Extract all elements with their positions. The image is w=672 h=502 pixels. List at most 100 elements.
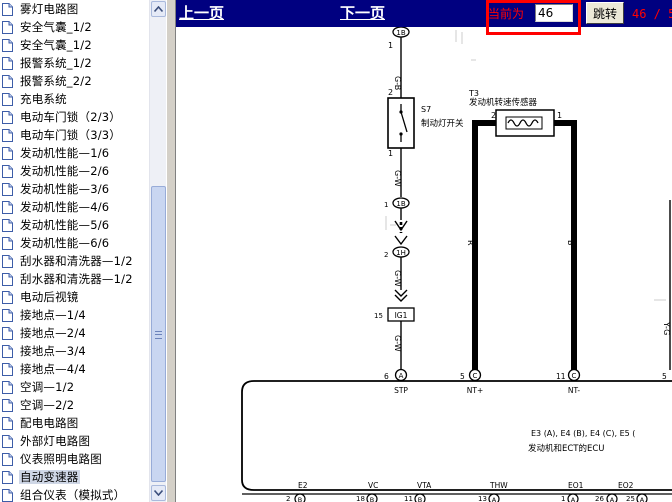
pin-name-eo1: EO1 <box>568 481 584 490</box>
pin-number: 11 <box>404 495 413 502</box>
ecu-bottom-pins: E2 VC VTA THW EO1 EO2 2 B 18 B 11 B 13 A <box>242 481 672 502</box>
document-icon <box>2 272 13 286</box>
sidebar-item-label: 空调—1/2 <box>20 380 75 394</box>
pin-name-thw: THW <box>489 481 508 490</box>
sidebar-item[interactable]: 安全气囊_1/2 <box>0 18 149 36</box>
sidebar-item[interactable]: 仪表照明电路图 <box>0 450 149 468</box>
sidebar-item[interactable]: 电动后视镜 <box>0 288 149 306</box>
sidebar-item-label: 发动机性能—5/6 <box>20 218 110 232</box>
sidebar-item[interactable]: 电动车门锁（3/3） <box>0 126 149 144</box>
sidebar-item-label: 发动机性能—4/6 <box>20 200 110 214</box>
document-icon <box>2 164 13 178</box>
document-icon <box>2 380 13 394</box>
document-icon <box>2 362 13 376</box>
pin-number: 26 <box>595 495 604 502</box>
sidebar-item[interactable]: 接地点—4/4 <box>0 360 149 378</box>
pin-label: 1 <box>384 201 388 209</box>
pin-letter: C <box>473 372 478 380</box>
pin-label: 1 <box>388 149 393 158</box>
sidebar-item[interactable]: 刮水器和清洗器—1/2 <box>0 252 149 270</box>
sidebar-item[interactable]: 外部灯电路图 <box>0 432 149 450</box>
connector-ig1-label: IG1 <box>395 311 408 320</box>
switch-ref: S7 <box>421 105 431 114</box>
connector-1b-label: 1B <box>396 200 405 208</box>
sidebar-item[interactable]: 接地点—2/4 <box>0 324 149 342</box>
sidebar-item[interactable]: 安全气囊_1/2 <box>0 36 149 54</box>
document-icon <box>2 20 13 34</box>
page-number-input[interactable] <box>535 4 573 22</box>
document-icon <box>2 200 13 214</box>
pin-number: 5 <box>460 372 465 381</box>
sidebar-item[interactable]: 发动机性能—6/6 <box>0 234 149 252</box>
page-indicator: 46 / 5 <box>632 7 672 21</box>
sidebar-item[interactable]: 刮水器和清洗器—1/2 <box>0 270 149 288</box>
sidebar-item[interactable]: 报警系统_1/2 <box>0 54 149 72</box>
prev-page-link[interactable]: 上一页 <box>179 4 224 22</box>
sidebar-nav-list: 雾灯电路图安全气囊_1/2 安全气囊_1/2 报警系统_1/2 报警系统_2/2 充电系… <box>0 0 149 502</box>
pin-letter: A <box>610 496 615 502</box>
pin-number: 5 <box>662 372 667 381</box>
pin-letter: A <box>571 496 576 502</box>
sensor-name: 发动机转速传感器 <box>469 97 538 108</box>
pin-name-nt-plus: NT+ <box>467 386 483 395</box>
pin-number: 1 <box>561 495 565 502</box>
sidebar-item[interactable]: 组合仪表（模拟式） <box>0 486 149 502</box>
engine-speed-sensor: T3 发动机转速传感器 2 1 R B <box>466 89 577 370</box>
sidebar-item[interactable]: 充电系统 <box>0 90 149 108</box>
pin-name-eo2: EO2 <box>618 481 634 490</box>
document-icon <box>2 182 13 196</box>
sidebar-item-label: 雾灯电路图 <box>20 2 79 16</box>
document-icon <box>2 290 13 304</box>
sidebar-item[interactable]: 接地点—1/4 <box>0 306 149 324</box>
ecu-top-pins: 6 A STP 5 C NT+ 11 C NT- 5 <box>384 368 667 395</box>
ecu-name: 发动机和ECT的ECU <box>528 443 605 454</box>
switch-name: 制动灯开关 <box>421 118 464 129</box>
pin-name-vc: VC <box>368 481 378 490</box>
sidebar-item[interactable]: 报警系统_2/2 <box>0 72 149 90</box>
sidebar-panel: 雾灯电路图安全气囊_1/2 安全气囊_1/2 报警系统_1/2 报警系统_2/2 充电系… <box>0 0 149 502</box>
sidebar-item[interactable]: 发动机性能—4/6 <box>0 198 149 216</box>
scroll-down-button[interactable] <box>151 485 166 501</box>
sidebar-item[interactable]: 雾灯电路图 <box>0 0 149 18</box>
wire-label-r: R <box>466 240 475 246</box>
sidebar-item[interactable]: 发动机性能—5/6 <box>0 216 149 234</box>
sidebar-item[interactable]: 发动机性能—1/6 <box>0 144 149 162</box>
ecu-connectors: E3 (A), E4 (B), E4 (C), E5 ( <box>531 429 635 438</box>
frame-divider[interactable] <box>166 0 176 502</box>
sidebar-item[interactable]: 电动车门锁（2/3） <box>0 108 149 126</box>
pin-label: 2 <box>491 111 496 120</box>
document-icon <box>2 74 13 88</box>
sidebar-item[interactable]: 接地点—3/4 <box>0 342 149 360</box>
pin-number: 2 <box>286 495 290 502</box>
sidebar-item[interactable]: 配电电路图 <box>0 414 149 432</box>
sidebar-item-label: 安全气囊_1/2 <box>20 20 92 34</box>
sidebar-item[interactable]: 发动机性能—3/6 <box>0 180 149 198</box>
sidebar-scrollbar[interactable] <box>149 0 166 502</box>
sidebar-item-label: 接地点—2/4 <box>20 326 86 340</box>
sidebar-item-label: 发动机性能—6/6 <box>20 236 110 250</box>
jump-button[interactable]: 跳转 <box>586 2 624 24</box>
document-icon <box>2 452 13 466</box>
sidebar-item-label: 刮水器和清洗器—1/2 <box>20 254 133 268</box>
sidebar-item-label: 报警系统_1/2 <box>20 56 92 70</box>
document-icon <box>2 56 13 70</box>
sidebar-item[interactable]: 空调—1/2 <box>0 378 149 396</box>
document-icon <box>2 398 13 412</box>
document-icon <box>2 254 13 268</box>
next-page-link[interactable]: 下一页 <box>340 4 385 22</box>
pin-number: 18 <box>356 495 365 502</box>
sidebar-item-label: 刮水器和清洗器—1/2 <box>20 272 133 286</box>
wire-label-y-g: Y-G <box>662 321 671 335</box>
sidebar-item[interactable]: 自动变速器 <box>0 468 149 486</box>
scroll-up-button[interactable] <box>151 1 166 17</box>
connector-top-label: 1B <box>396 29 405 37</box>
wire-label-b: B <box>566 240 575 246</box>
arrow-down-icon <box>154 490 163 496</box>
pin-letter: A <box>492 496 497 502</box>
sidebar-item[interactable]: 发动机性能—2/6 <box>0 162 149 180</box>
pin-number: 25 <box>626 495 635 502</box>
pin-letter: A <box>399 372 404 380</box>
sidebar-item[interactable]: 空调—2/2 <box>0 396 149 414</box>
scroll-thumb[interactable] <box>151 186 166 482</box>
pin-name-nt-minus: NT- <box>568 386 581 395</box>
